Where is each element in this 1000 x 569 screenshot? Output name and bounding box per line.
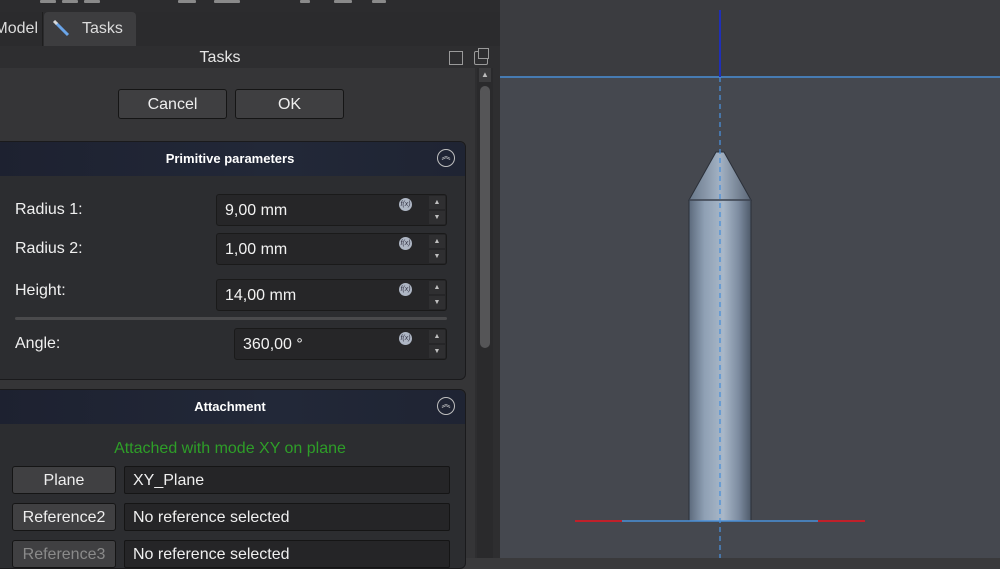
primitive-parameters-header[interactable]: Primitive parameters — [0, 142, 465, 176]
attachment-title: Attachment — [194, 399, 266, 414]
toolbar-icon[interactable] — [178, 0, 196, 3]
radius1-input[interactable]: 9,00 mm f(x) ▲ ▼ — [216, 194, 447, 226]
expression-icon[interactable]: f(x) — [399, 198, 412, 211]
angle-value: 360,00 ° — [243, 336, 303, 353]
step-up-icon[interactable]: ▲ — [429, 196, 445, 209]
cone-cylinder-view — [500, 10, 1000, 558]
radius2-stepper[interactable]: ▲ ▼ — [429, 235, 445, 263]
panel-title: Tasks — [199, 49, 241, 66]
ok-button[interactable]: OK — [235, 89, 344, 119]
collapse-primitive-icon[interactable]: ︾ — [437, 149, 455, 167]
angle-label: Angle: — [15, 335, 61, 352]
reference2-button[interactable]: Reference2 — [12, 503, 116, 531]
cancel-button[interactable]: Cancel — [118, 89, 227, 119]
step-down-icon[interactable]: ▼ — [429, 345, 445, 358]
radius2-input[interactable]: 1,00 mm f(x) ▲ ▼ — [216, 233, 447, 265]
step-up-icon[interactable]: ▲ — [429, 281, 445, 294]
toolbar-icon[interactable] — [214, 0, 240, 3]
step-down-icon[interactable]: ▼ — [429, 250, 445, 263]
height-input[interactable]: 14,00 mm f(x) ▲ ▼ — [216, 279, 447, 311]
plane-field[interactable]: XY_Plane — [124, 466, 450, 494]
primitive-parameters-title: Primitive parameters — [165, 151, 295, 166]
radius2-value: 1,00 mm — [225, 241, 288, 258]
pencil-icon — [52, 19, 74, 38]
height-stepper[interactable]: ▲ ▼ — [429, 281, 445, 309]
attachment-status: Attached with mode XY on plane — [114, 440, 346, 457]
tab-tasks[interactable]: Tasks — [44, 12, 136, 46]
tab-model-label: Model — [0, 20, 38, 37]
tab-tasks-label: Tasks — [82, 20, 123, 37]
3d-viewport[interactable] — [500, 0, 1000, 558]
height-label: Height: — [15, 282, 66, 299]
combo-view-tabbar: Model Tasks — [0, 12, 500, 46]
reference3-field[interactable]: No reference selected — [124, 540, 450, 568]
step-down-icon[interactable]: ▼ — [429, 296, 445, 309]
reference2-field[interactable]: No reference selected — [124, 503, 450, 531]
float-panel-icon[interactable] — [449, 51, 463, 65]
step-up-icon[interactable]: ▲ — [429, 330, 445, 343]
radius1-stepper[interactable]: ▲ ▼ — [429, 196, 445, 224]
toolbar-icon[interactable] — [84, 0, 100, 3]
attachment-header[interactable]: Attachment — [0, 390, 465, 424]
radius1-label: Radius 1: — [15, 201, 83, 218]
toolbar-icon[interactable] — [62, 0, 78, 3]
height-value: 14,00 mm — [225, 287, 297, 304]
radius2-label: Radius 2: — [15, 240, 83, 257]
expression-icon[interactable]: f(x) — [399, 332, 412, 345]
toolbar-icon[interactable] — [300, 0, 310, 3]
step-up-icon[interactable]: ▲ — [429, 235, 445, 248]
scroll-up-icon[interactable]: ▲ — [479, 68, 491, 82]
step-down-icon[interactable]: ▼ — [429, 211, 445, 224]
angle-stepper[interactable]: ▲ ▼ — [429, 330, 445, 358]
angle-input[interactable]: 360,00 ° f(x) ▲ ▼ — [234, 328, 447, 360]
scrollbar[interactable]: ▲ — [477, 68, 493, 558]
divider — [15, 317, 447, 320]
plane-button[interactable]: Plane — [12, 466, 116, 494]
collapse-attachment-icon[interactable]: ︾ — [437, 397, 455, 415]
scrollbar-thumb[interactable] — [480, 86, 490, 348]
toolbar-icon[interactable] — [40, 0, 56, 3]
toolbar-icon[interactable] — [372, 0, 386, 3]
tab-model[interactable]: Model — [0, 12, 43, 46]
radius1-value: 9,00 mm — [225, 202, 288, 219]
toolbar-icon[interactable] — [334, 0, 352, 3]
expression-icon[interactable]: f(x) — [399, 283, 412, 296]
undock-panel-icon[interactable] — [474, 48, 489, 65]
expression-icon[interactable]: f(x) — [399, 237, 412, 250]
reference3-button[interactable]: Reference3 — [12, 540, 116, 568]
